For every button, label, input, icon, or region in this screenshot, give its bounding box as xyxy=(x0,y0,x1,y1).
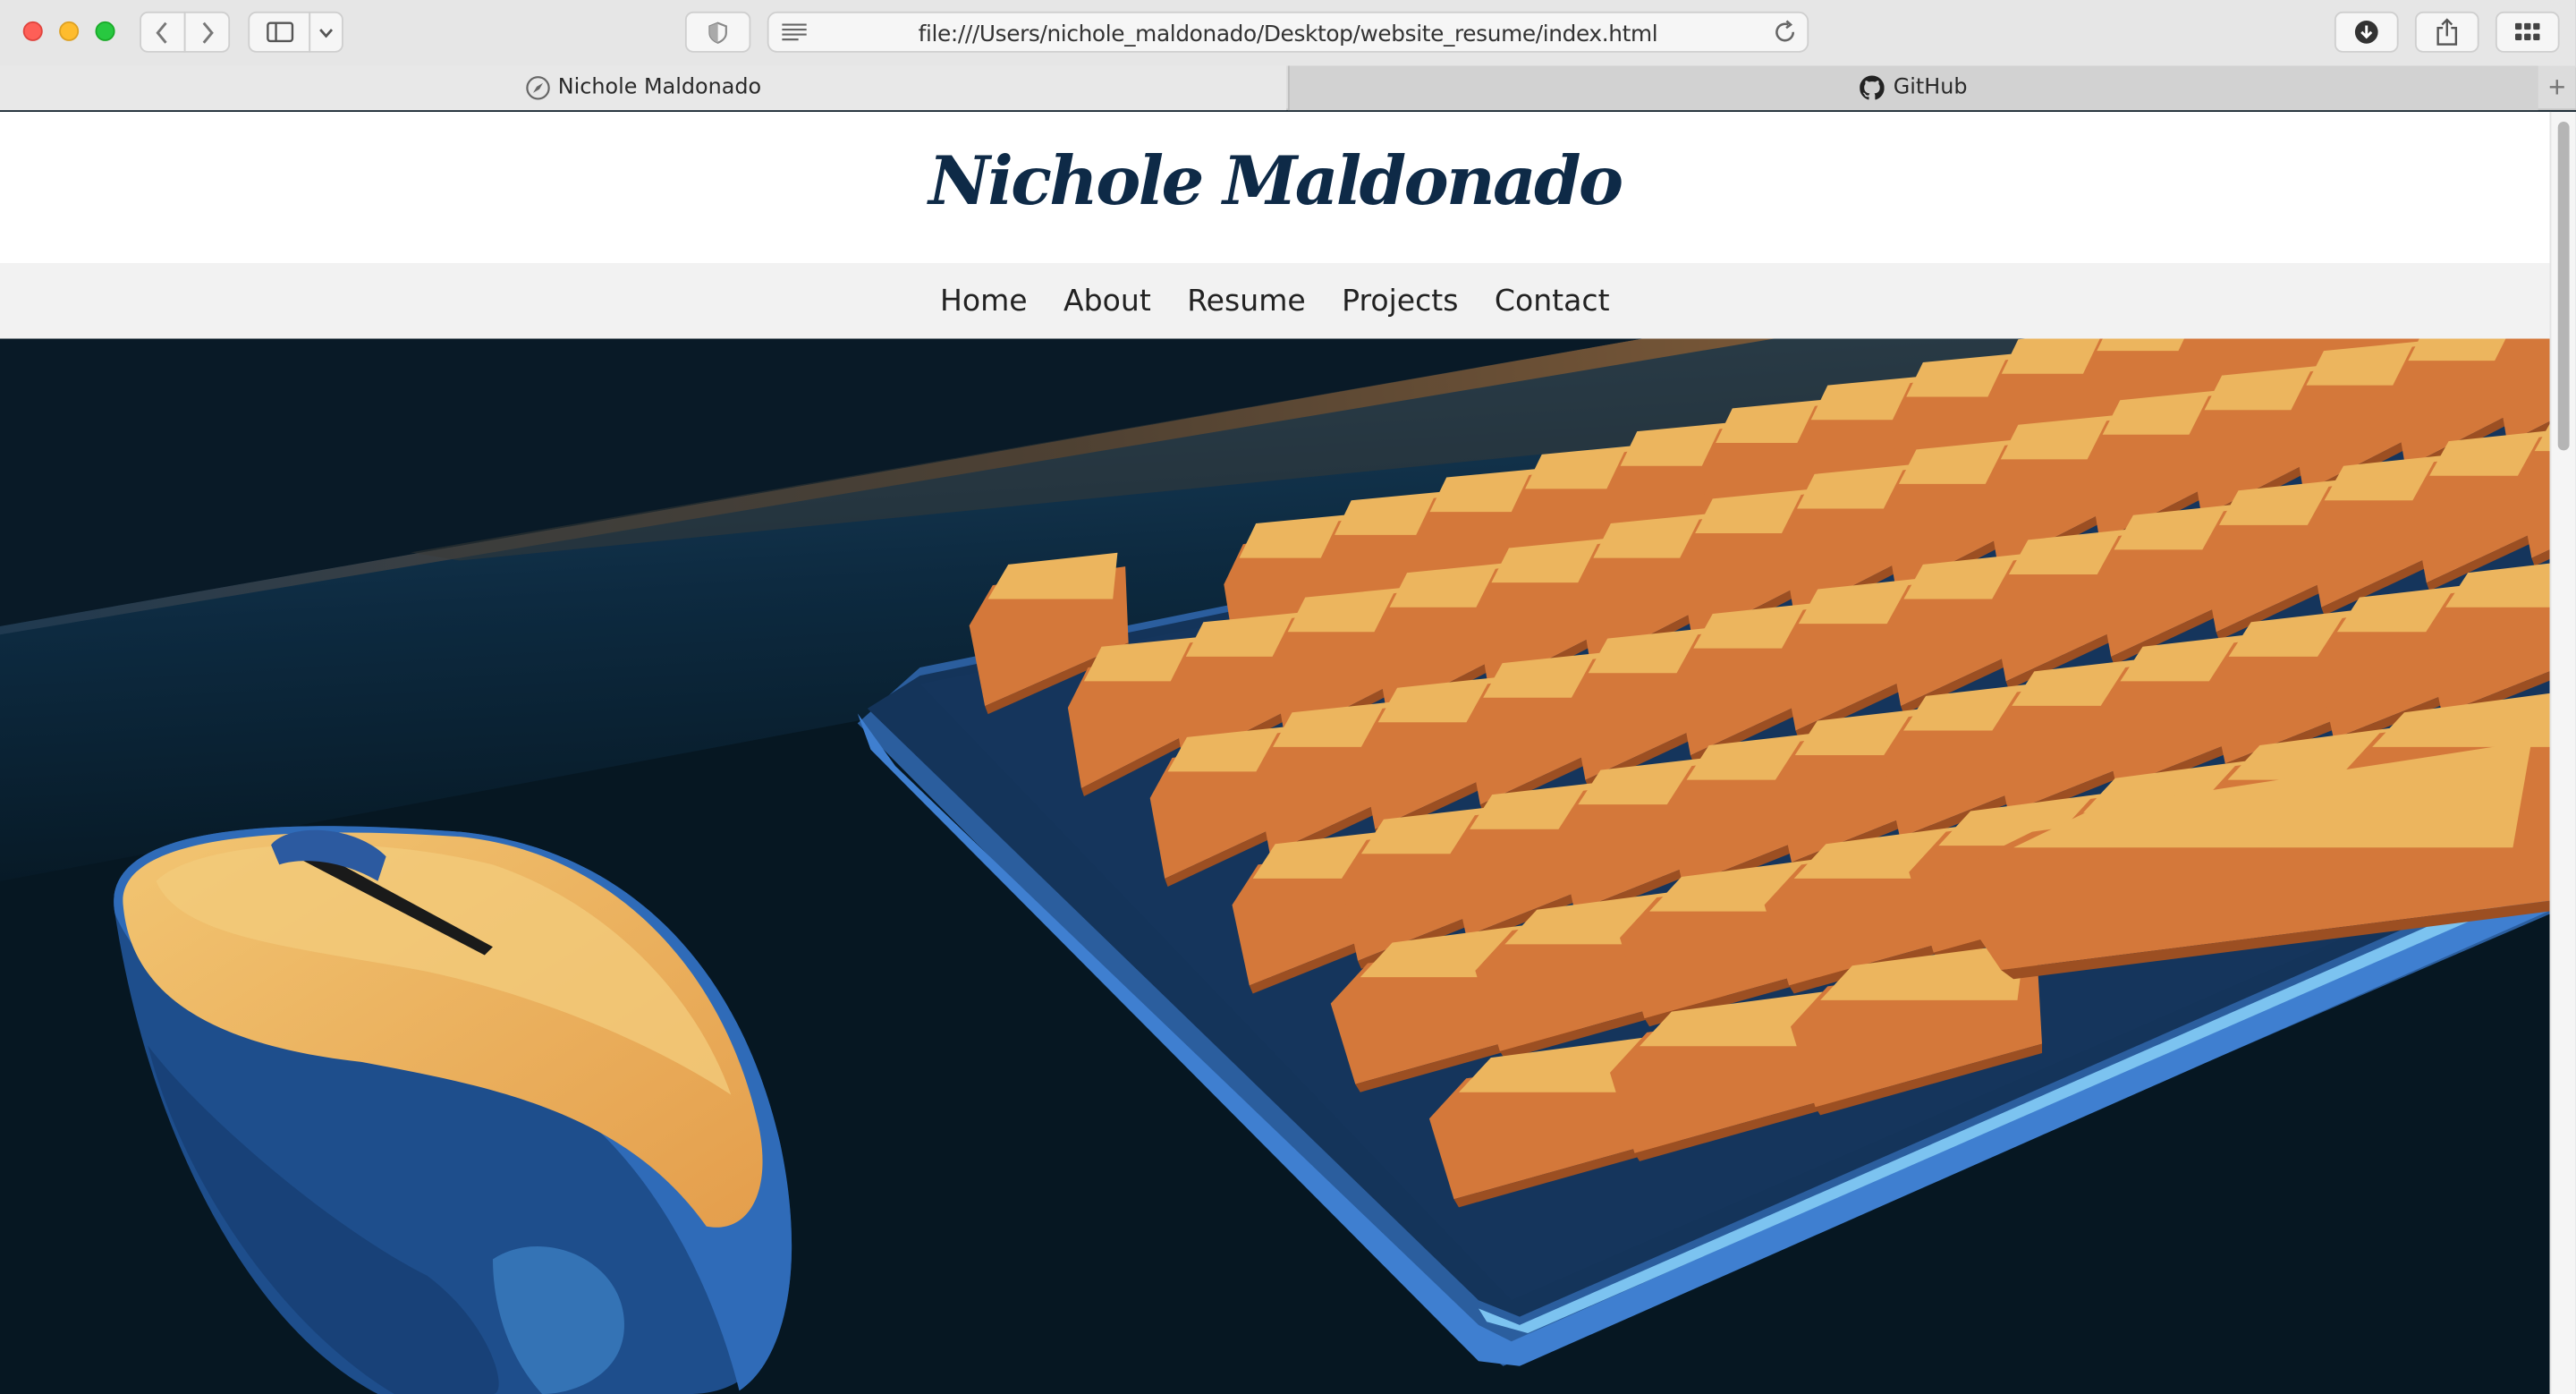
tab-label: Nichole Maldonado xyxy=(557,75,762,101)
nav-projects[interactable]: Projects xyxy=(1342,284,1458,319)
chevron-right-icon xyxy=(202,21,214,43)
share-button[interactable] xyxy=(2414,11,2479,53)
browser-toolbar: file:///Users/nichole_maldonado/Desktop/… xyxy=(0,0,2576,68)
shield-icon xyxy=(708,21,727,44)
web-page: Nichole Maldonado Home About Resume Proj… xyxy=(0,111,2550,1394)
site-header: Nichole Maldonado xyxy=(0,111,2550,263)
download-icon xyxy=(2354,20,2378,44)
hero-image xyxy=(0,338,2550,1394)
site-title: Nichole Maldonado xyxy=(928,141,1623,221)
compass-icon xyxy=(525,76,549,100)
tab-nichole-maldonado[interactable]: Nichole Maldonado xyxy=(0,65,1287,111)
tab-github[interactable]: GitHub xyxy=(1287,65,2538,111)
downloads-button[interactable] xyxy=(2334,11,2399,53)
sidebar-icon xyxy=(266,21,293,43)
chevron-left-icon xyxy=(156,21,167,43)
nav-resume[interactable]: Resume xyxy=(1187,284,1306,319)
share-icon xyxy=(2436,18,2458,46)
nav-contact[interactable]: Contact xyxy=(1495,284,1610,319)
page-scrollbar[interactable] xyxy=(2549,111,2576,1394)
forward-button[interactable] xyxy=(183,11,231,53)
address-bar[interactable]: file:///Users/nichole_maldonado/Desktop/… xyxy=(767,11,1809,53)
reload-icon[interactable] xyxy=(1773,20,1798,45)
site-nav: Home About Resume Projects Contact xyxy=(0,262,2550,339)
new-tab-button[interactable]: + xyxy=(2538,65,2576,110)
tab-label: GitHub xyxy=(1893,75,1968,101)
tab-bar: Nichole Maldonado GitHub xyxy=(0,65,2576,111)
keyboard-mouse-illustration xyxy=(0,338,2550,1394)
grid-icon xyxy=(2514,22,2540,41)
back-button[interactable] xyxy=(140,11,186,53)
url-text: file:///Users/nichole_maldonado/Desktop/… xyxy=(918,21,1658,48)
nav-home[interactable]: Home xyxy=(940,284,1028,319)
zoom-window-button[interactable] xyxy=(95,21,115,41)
minimize-window-button[interactable] xyxy=(59,21,80,41)
nav-about[interactable]: About xyxy=(1063,284,1151,319)
chevron-down-icon xyxy=(319,28,334,38)
github-icon xyxy=(1860,75,1885,100)
scrollbar-thumb[interactable] xyxy=(2557,121,2570,451)
privacy-report-button[interactable] xyxy=(684,11,751,53)
tab-overview-button[interactable] xyxy=(2495,11,2560,53)
sidebar-button[interactable] xyxy=(248,11,311,53)
close-window-button[interactable] xyxy=(22,21,43,41)
sidebar-menu-button[interactable] xyxy=(309,11,343,53)
